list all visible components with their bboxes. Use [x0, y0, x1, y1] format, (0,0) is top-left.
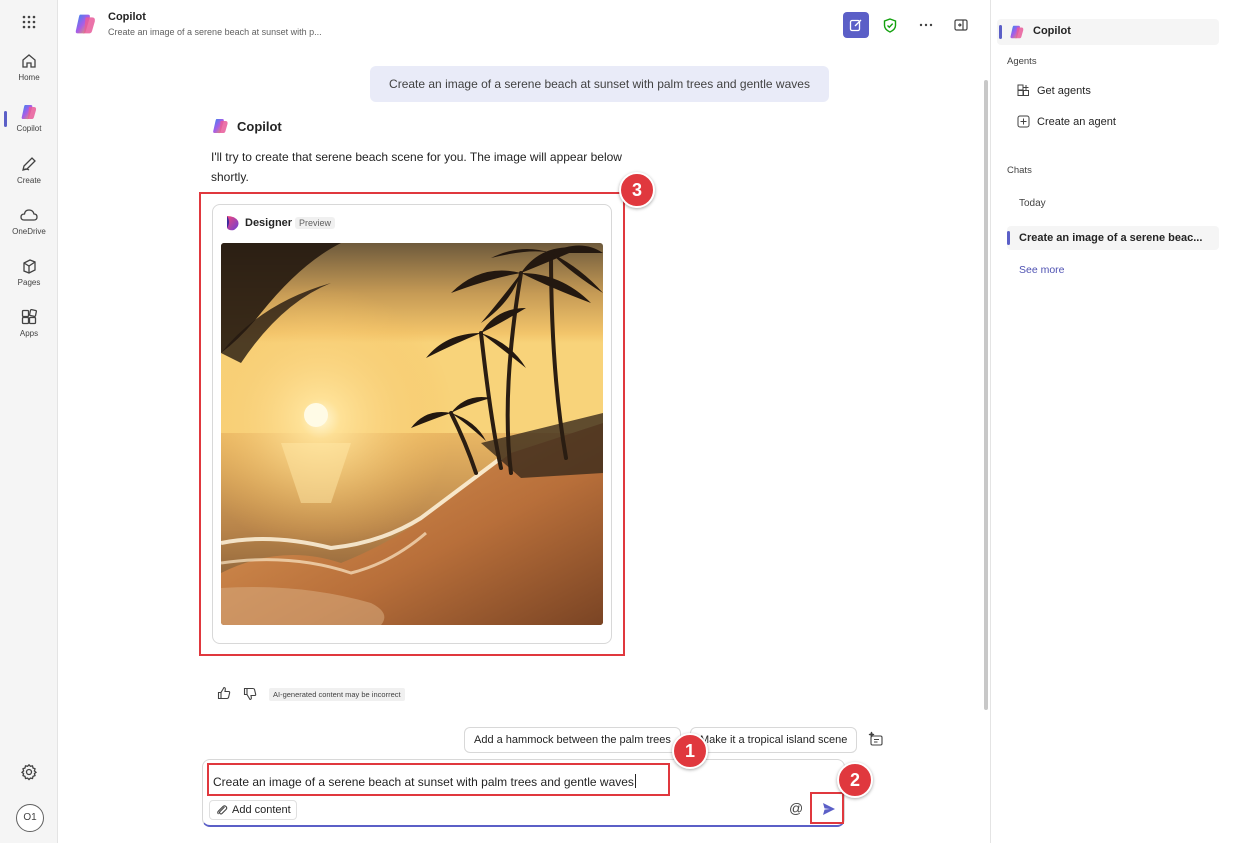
user-message: Create an image of a serene beach at sun… — [370, 66, 829, 102]
toggle-side-panel-button[interactable] — [948, 12, 974, 38]
rail-label-onedrive: OneDrive — [12, 227, 46, 236]
add-square-icon — [1017, 115, 1030, 128]
panel-active-indicator — [999, 25, 1002, 39]
apps-icon — [21, 308, 38, 325]
app-launcher-icon[interactable] — [21, 14, 37, 30]
copilot-panel-icon — [1010, 25, 1024, 39]
pencil-icon — [22, 157, 36, 171]
agents-heading: Agents — [1007, 56, 1037, 67]
rail-label-copilot: Copilot — [16, 124, 42, 133]
rail-label-apps: Apps — [19, 329, 39, 338]
rail-label-pages: Pages — [17, 278, 41, 287]
chat-history-item-active[interactable]: Create an image of a serene beac... — [1007, 226, 1219, 250]
bot-name: Copilot — [237, 119, 282, 134]
bot-reply-text: I'll try to create that serene beach sce… — [211, 150, 622, 184]
today-label: Today — [1019, 198, 1046, 209]
add-content-button[interactable]: Add content — [209, 800, 297, 820]
active-indicator — [4, 111, 7, 127]
cloud-icon — [20, 209, 38, 221]
rail-item-apps[interactable]: Apps — [0, 304, 58, 350]
chat-scrollbar[interactable] — [984, 80, 988, 710]
get-agents-label: Get agents — [1037, 85, 1091, 97]
thumbs-up-icon[interactable] — [217, 686, 231, 700]
shield-check-icon — [883, 17, 897, 33]
header-subtitle: Create an image of a serene beach at sun… — [108, 27, 322, 37]
copilot-avatar-icon — [213, 119, 228, 134]
user-avatar[interactable]: O1 — [16, 804, 44, 832]
header-title: Copilot — [108, 11, 146, 23]
ai-disclaimer: AI-generated content may be incorrect — [269, 688, 405, 701]
panel-icon — [954, 19, 968, 31]
chat-area: Create an image of a serene beach at sun… — [58, 50, 989, 843]
left-app-rail: Home Copilot Create OneDrive Pages Apps … — [0, 0, 58, 843]
add-content-label: Add content — [232, 804, 291, 816]
more-options-button[interactable] — [913, 12, 939, 38]
rail-item-onedrive[interactable]: OneDrive — [0, 202, 58, 248]
suggestion-chip-tropical[interactable]: Make it a tropical island scene — [690, 727, 858, 753]
right-side-panel: Copilot Agents Get agents Create an agen… — [990, 0, 1239, 843]
panel-copilot-header[interactable]: Copilot — [997, 19, 1219, 45]
annotation-badge-2: 2 — [837, 762, 873, 798]
chats-heading: Chats — [1007, 165, 1032, 176]
rail-item-create[interactable]: Create — [0, 151, 58, 197]
annotation-badge-1: 1 — [672, 733, 708, 769]
rail-item-home[interactable]: Home — [0, 48, 58, 94]
see-more-link[interactable]: See more — [1019, 264, 1065, 276]
paperclip-icon — [217, 805, 228, 815]
rail-label-create: Create — [16, 176, 41, 185]
rail-item-copilot[interactable]: Copilot — [0, 99, 58, 145]
chat-history-label: Create an image of a serene beac... — [1019, 232, 1203, 244]
annotation-box-1 — [207, 763, 670, 796]
thumbs-down-icon[interactable] — [243, 687, 257, 701]
annotation-box-3 — [199, 192, 625, 656]
mention-button[interactable]: @ — [789, 800, 803, 816]
grid-add-icon — [1017, 84, 1029, 96]
copilot-icon — [21, 105, 37, 120]
copilot-logo-icon — [75, 14, 95, 34]
annotation-badge-3: 3 — [619, 172, 655, 208]
suggestion-chip-hammock[interactable]: Add a hammock between the palm trees — [464, 727, 681, 753]
rail-label-home: Home — [18, 73, 40, 82]
annotation-box-2 — [810, 792, 844, 824]
rail-item-pages[interactable]: Pages — [0, 253, 58, 299]
settings-icon[interactable] — [20, 763, 38, 786]
protection-button[interactable] — [877, 12, 903, 38]
sparkle-suggestions-icon[interactable] — [868, 731, 884, 752]
pages-icon — [23, 259, 36, 274]
create-agent-item[interactable]: Create an agent — [1017, 111, 1217, 133]
panel-title: Copilot — [1033, 25, 1071, 37]
home-icon — [22, 54, 36, 68]
create-agent-label: Create an agent — [1037, 116, 1116, 128]
chat-active-indicator — [1007, 231, 1010, 245]
compose-icon — [849, 19, 862, 32]
chat-header: Copilot Create an image of a serene beac… — [58, 0, 989, 50]
new-chat-button[interactable] — [843, 12, 869, 38]
get-agents-item[interactable]: Get agents — [1017, 80, 1217, 102]
ellipsis-icon — [919, 23, 933, 27]
